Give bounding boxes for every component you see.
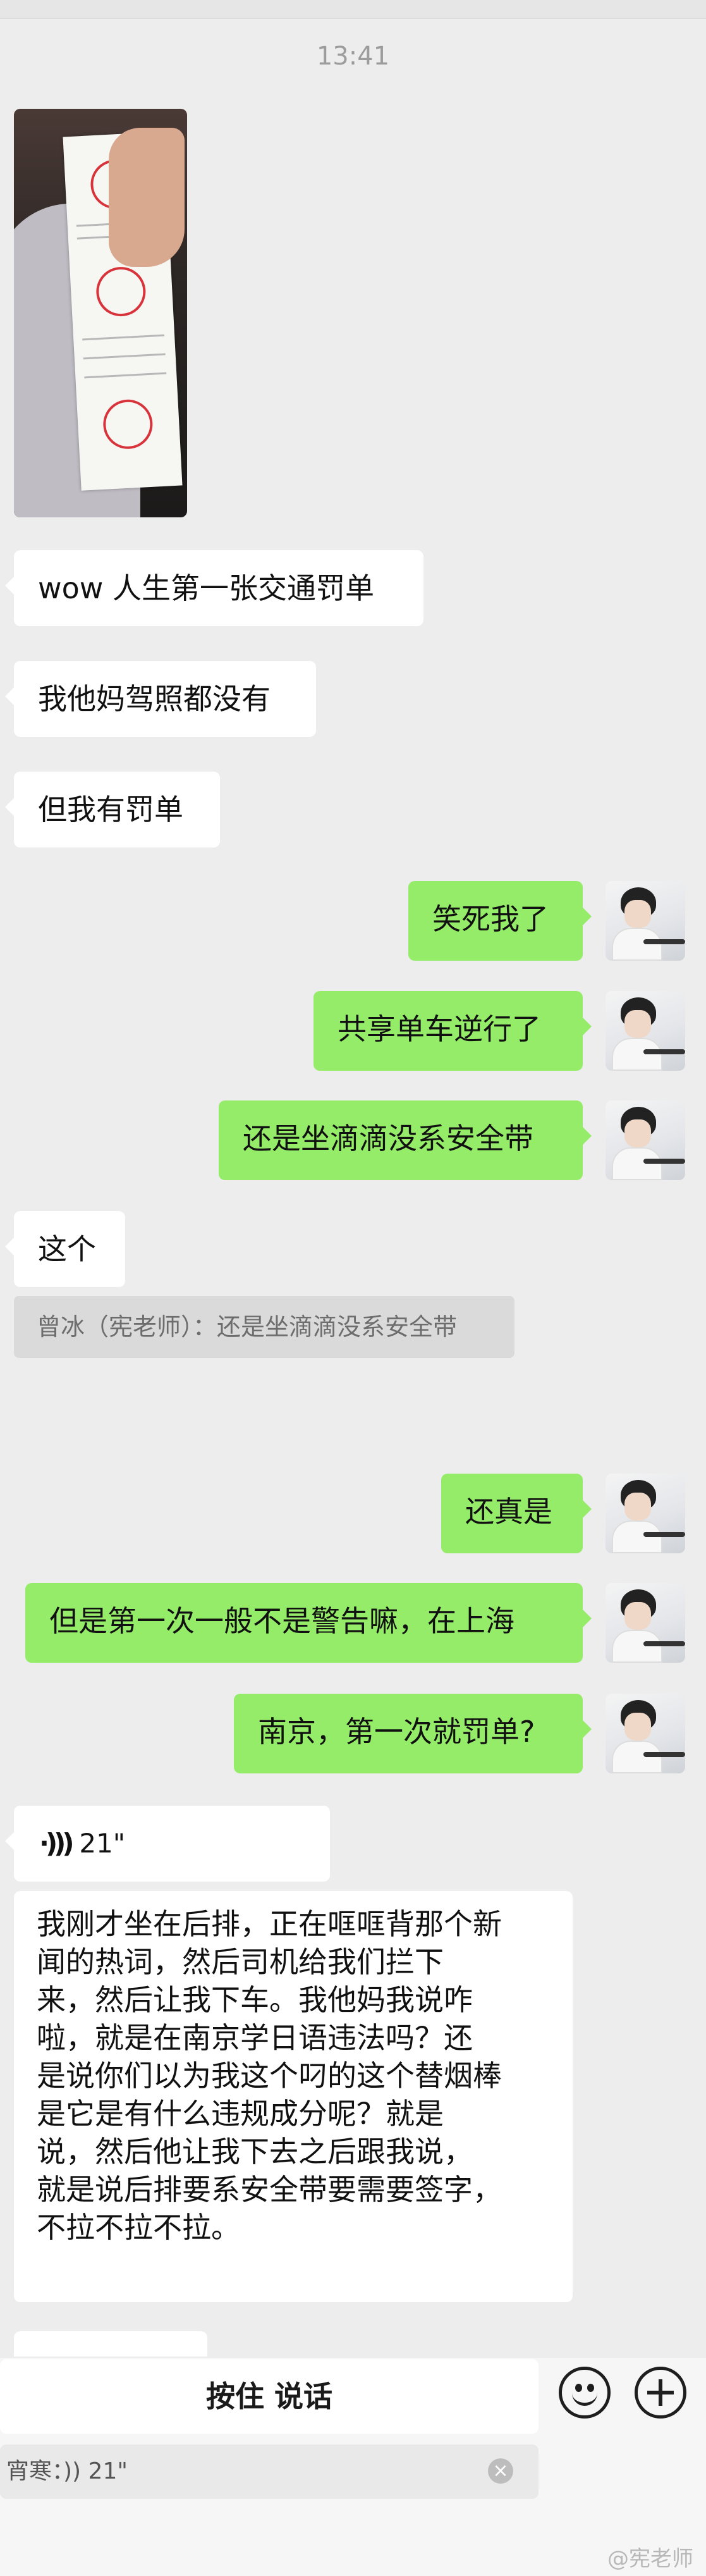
message-row-outgoing: 共享单车逆行了	[0, 991, 706, 1071]
transcript-line: 来，然后让我下车。我他妈我说咋	[37, 1983, 473, 2017]
avatar[interactable]	[606, 1583, 685, 1663]
transcript-line: 我刚才坐在后排，正在哐哐背那个新	[37, 1907, 502, 1941]
message-row-incoming: 我他妈驾照都没有	[5, 661, 316, 737]
message-row-outgoing: 但是第一次一般不是警告嘛，在上海	[0, 1583, 706, 1663]
transcript-line: 是它是有什么违规成分呢？就是	[37, 2097, 444, 2131]
message-row-incoming: 但我有罚单	[5, 772, 220, 847]
message-row-outgoing: 还是坐滴滴没系安全带	[0, 1100, 706, 1180]
message-timestamp: 13:41	[316, 42, 390, 71]
voice-message[interactable]: ·))) 21"	[5, 1806, 330, 1882]
photo-message[interactable]	[14, 109, 187, 517]
quoted-reply[interactable]: 曾冰（宪老师）：还是坐滴滴没系安全带	[14, 1296, 514, 1358]
plus-icon[interactable]	[635, 2367, 686, 2419]
incoming-bubble[interactable]: wow 人生第一张交通罚单	[5, 550, 423, 626]
avatar[interactable]	[606, 1474, 685, 1553]
transcript-line: 说，然后他让我下去之后跟我说，	[37, 2135, 473, 2169]
incoming-bubble[interactable]: 这个	[5, 1211, 125, 1287]
outgoing-bubble[interactable]: 还真是	[441, 1474, 592, 1553]
message-row-outgoing: 南京，第一次就罚单?	[0, 1694, 706, 1773]
next-message-peek	[14, 2331, 207, 2357]
transcript-line: 就是说后排要系安全带要需要签字，	[37, 2172, 502, 2207]
outgoing-bubble[interactable]: 南京，第一次就罚单?	[234, 1694, 592, 1773]
voice-wave-icon: ·)))	[39, 1828, 75, 1859]
outgoing-bubble[interactable]: 还是坐滴滴没系安全带	[219, 1100, 592, 1180]
avatar[interactable]	[606, 1100, 685, 1180]
incoming-bubble[interactable]: 我他妈驾照都没有	[5, 661, 316, 737]
hold-to-talk-button[interactable]: 按住 说话	[0, 2359, 539, 2434]
watermark: @宪老师	[607, 2546, 693, 2572]
transcript-line: 是说你们以为我这个叼的这个替烟棒	[37, 2059, 502, 2093]
avatar[interactable]	[606, 1694, 685, 1773]
outgoing-bubble[interactable]: 笑死我了	[408, 881, 592, 961]
outgoing-bubble[interactable]: 但是第一次一般不是警告嘛，在上海	[25, 1583, 592, 1663]
avatar[interactable]	[606, 991, 685, 1071]
reply-quote-preview: 宵寒：)) 21"	[0, 2444, 539, 2499]
transcript-line: 不拉不拉不拉。	[37, 2210, 240, 2245]
transcript-line: 啦，就是在南京学日语违法吗？还	[37, 2021, 473, 2055]
message-row-outgoing: 还真是	[0, 1474, 706, 1553]
message-row-incoming: wow 人生第一张交通罚单	[5, 550, 423, 626]
voice-transcript[interactable]: 我刚才坐在后排，正在哐哐背那个新 闻的热词，然后司机给我们拦下 来，然后让我下车…	[14, 1891, 573, 2302]
message-row-incoming: 这个	[5, 1211, 125, 1287]
emoji-icon[interactable]	[559, 2367, 611, 2419]
incoming-bubble[interactable]: 但我有罚单	[5, 772, 220, 847]
outgoing-bubble[interactable]: 共享单车逆行了	[313, 991, 592, 1071]
voice-duration: 21"	[79, 1828, 126, 1859]
clear-quote-icon[interactable]: ×	[488, 2458, 513, 2484]
transcript-line: 闻的热词，然后司机给我们拦下	[37, 1945, 444, 1979]
top-divider	[0, 0, 706, 19]
avatar[interactable]	[606, 881, 685, 961]
message-row-outgoing: 笑死我了	[0, 881, 706, 961]
